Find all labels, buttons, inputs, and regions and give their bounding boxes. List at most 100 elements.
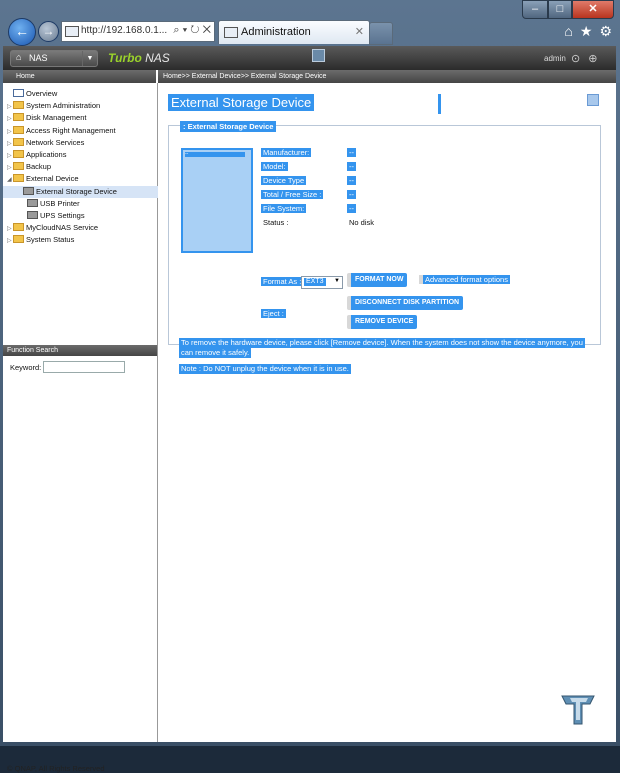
sidebar-item-label: Applications: [26, 149, 67, 159]
brand-name: Turbo: [108, 51, 142, 65]
device-list-item[interactable]: --: [185, 152, 245, 157]
folder-icon: [13, 174, 24, 183]
browser-window: – □ ✕ ← → http://192.168.0.1... ⌕ ▾ ↻ ✕ …: [0, 0, 620, 773]
sidebar-item[interactable]: ▷ System Administration: [7, 100, 163, 112]
watermark-logo-icon: [561, 695, 595, 725]
app-center-icon[interactable]: [312, 49, 325, 62]
address-url[interactable]: http://192.168.0.1...: [81, 25, 167, 36]
nas-menu-button[interactable]: ⌂ NAS ▼: [10, 50, 98, 67]
eject-label: Eject :: [261, 309, 286, 318]
sidebar-item[interactable]: ▷ Disk Management: [7, 112, 163, 124]
device-list[interactable]: --: [181, 148, 253, 253]
sidebar-item[interactable]: ▷ Applications: [7, 149, 163, 161]
folder-icon: [27, 210, 38, 219]
main-panel: External Storage Device : External Stora…: [158, 83, 616, 742]
sidebar-item-label: Disk Management: [26, 113, 87, 123]
disconnect-disk-partition-button[interactable]: DISCONNECT DISK PARTITION: [347, 296, 464, 310]
brand-suffix: NAS: [141, 51, 170, 65]
brand-logo: Turbo NAS: [108, 51, 170, 65]
folder-icon: [13, 149, 24, 158]
tab-page-icon: [224, 27, 238, 38]
favorites-star-icon[interactable]: ★: [580, 23, 593, 40]
address-controls[interactable]: ⌕ ▾ ↻ ✕: [173, 24, 211, 37]
folder-icon: [27, 198, 38, 207]
sidebar-item-label: Network Services: [26, 137, 85, 147]
sidebar-item-label: Overview: [26, 89, 58, 98]
new-tab-button[interactable]: [369, 22, 393, 45]
format-select[interactable]: EXT3 ▼: [301, 276, 343, 289]
sidebar-item[interactable]: External Storage Device: [3, 185, 163, 198]
sidebar-item[interactable]: ▷ Network Services: [7, 137, 163, 149]
chevron-down-icon: ▼: [334, 278, 340, 284]
window-controls: – □ ✕: [522, 0, 614, 19]
browser-icons: ⌂ ★ ⚙: [564, 23, 612, 40]
sidebar-item[interactable]: ▷ MyCloudNAS Service: [7, 222, 163, 234]
maximize-icon[interactable]: □: [548, 0, 572, 19]
sidebar-item[interactable]: ◢ External Device: [7, 173, 163, 185]
user-dropdown-icon[interactable]: ⊙: [571, 52, 580, 65]
model-label: Model:: [261, 162, 288, 171]
folder-icon: [13, 101, 24, 110]
folder-icon: [23, 186, 34, 195]
sidebar-item[interactable]: Overview: [7, 88, 163, 100]
tab-close-icon[interactable]: ✕: [355, 25, 364, 38]
globe-icon[interactable]: ⊕: [588, 52, 597, 65]
keyword-input[interactable]: [43, 361, 125, 373]
header-icons: ⊙ ⊕: [571, 52, 597, 65]
manufacturer-value: --: [347, 148, 356, 157]
close-window-icon[interactable]: ✕: [572, 0, 614, 19]
sidebar-item[interactable]: UPS Settings: [7, 210, 163, 222]
folder-icon: [13, 113, 24, 122]
sidebar-item-label: External Device: [26, 174, 79, 184]
folder-icon: [13, 137, 24, 146]
remove-device-button[interactable]: REMOVE DEVICE: [347, 315, 418, 329]
help-icon[interactable]: [587, 94, 599, 106]
total-free-size-value: --: [347, 190, 356, 199]
storage-device-section: : External Storage Device -- Manufacture…: [168, 121, 601, 374]
sidebar-item-label: External Storage Device: [36, 186, 117, 196]
sidebar-item-label: Access Right Management: [26, 125, 116, 135]
sidebar-item[interactable]: ▷ System Status: [7, 234, 163, 246]
settings-gear-icon[interactable]: ⚙: [599, 23, 612, 40]
folder-icon: [13, 223, 24, 232]
minimize-icon[interactable]: –: [522, 0, 548, 19]
home-icon[interactable]: ⌂: [564, 23, 572, 40]
file-system-label: File System:: [261, 204, 307, 213]
browser-toolbar: ← → http://192.168.0.1... ⌕ ▾ ↻ ✕ Admini…: [0, 18, 620, 46]
status-value: No disk: [349, 218, 375, 227]
nas-menu-label: NAS: [29, 53, 48, 63]
tab-title: Administration: [241, 26, 311, 38]
back-arrow-icon[interactable]: ←: [8, 18, 36, 46]
function-search-header: Function Search: [3, 345, 157, 356]
removal-instructions: To remove the hardware device, please cl…: [179, 338, 585, 348]
format-select-value: EXT3: [304, 278, 326, 286]
forward-arrow-icon[interactable]: →: [38, 21, 59, 42]
folder-icon: [13, 235, 24, 244]
sidebar-item-label: System Administration: [26, 101, 101, 111]
app-header: ⌂ NAS ▼ Turbo NAS admin ⊙ ⊕: [3, 46, 616, 70]
unplug-warning: Note : Do NOT unplug the device when it …: [179, 364, 351, 374]
page-icon: [65, 26, 79, 37]
sidebar: Overview ▷ System Administration ▷ Disk Mana…: [3, 83, 163, 773]
manufacturer-label: Manufacturer:: [261, 148, 312, 157]
page-title: External Storage Device: [168, 94, 315, 111]
file-system-value: --: [347, 204, 356, 213]
advanced-format-options-link[interactable]: Advanced format options: [419, 275, 510, 284]
navigation-tree: Overview ▷ System Administration ▷ Disk Mana…: [3, 88, 163, 246]
sidebar-item-label: UPS Settings: [40, 210, 85, 220]
sidebar-item[interactable]: USB Printer: [7, 198, 163, 210]
folder-icon: [13, 162, 24, 171]
sidebar-item[interactable]: ▷ Backup: [7, 161, 163, 173]
address-bar[interactable]: http://192.168.0.1... ⌕ ▾ ↻ ✕: [61, 21, 215, 42]
sidebar-item-label: Backup: [26, 162, 52, 172]
sidebar-item[interactable]: ▷ Access Right Management: [7, 125, 163, 137]
device-type-value: --: [347, 176, 356, 185]
section-legend: : External Storage Device: [180, 121, 277, 132]
folder-icon: [13, 125, 24, 134]
sidebar-item-label: System Status: [26, 235, 75, 245]
tab-administration[interactable]: Administration ✕: [218, 20, 370, 44]
format-now-button[interactable]: FORMAT NOW: [347, 273, 408, 287]
user-label[interactable]: admin: [544, 54, 566, 63]
folder-icon: [13, 89, 24, 97]
total-free-size-label: Total / Free Size :: [261, 190, 324, 199]
